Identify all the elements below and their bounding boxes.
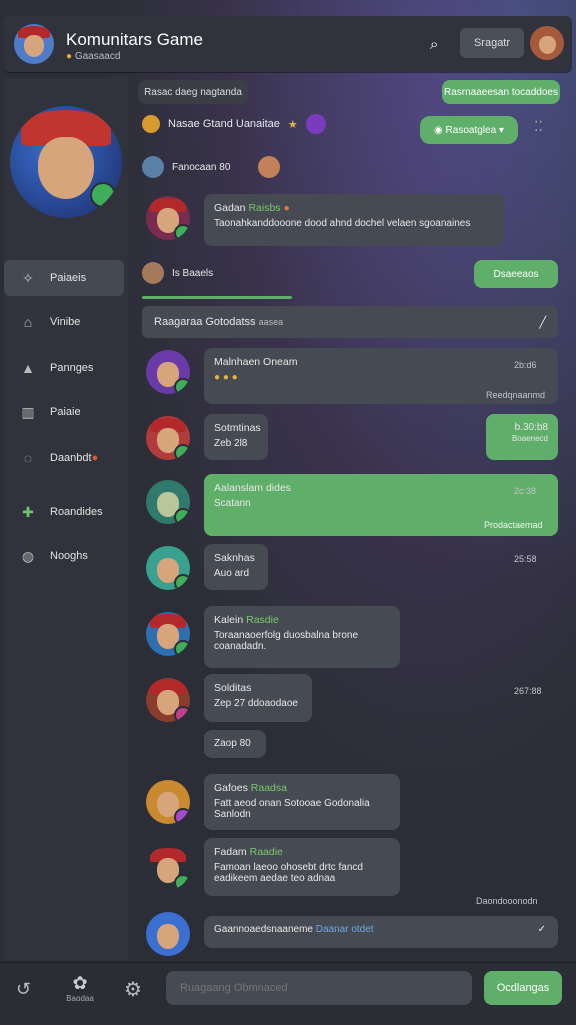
progress-bar	[142, 296, 292, 299]
message-input[interactable]	[166, 971, 472, 1005]
page-title: Komunitars Game	[66, 30, 203, 49]
edit-icon[interactable]: ╱	[539, 316, 546, 329]
circle-icon: ◉	[434, 124, 446, 136]
sidebar-item-1[interactable]: ⌂ Vinibe	[4, 304, 124, 340]
message-bubble: Kalein Rasdie Toraanaoerfolg duosbalna b…	[204, 606, 400, 668]
sidebar-item-3[interactable]: ▥ Paiaie	[4, 394, 124, 430]
profile-avatar[interactable]	[10, 106, 122, 218]
page-subtitle: ● Gaasaacd	[66, 51, 121, 62]
sidebar-item-0[interactable]: ✧ Paiaeis	[4, 260, 124, 296]
message-avatar[interactable]	[146, 678, 190, 722]
game-avatar[interactable]	[14, 24, 54, 64]
chat-icon: ◌	[23, 450, 33, 466]
more-icon[interactable]: ⁚⁚	[534, 118, 543, 135]
bottom-bar: ↺ ✿ Baodaa ⚙ Ocdlangas	[0, 962, 576, 1025]
status-toggle[interactable]: ◉ Rasoatglea ▾	[420, 116, 518, 144]
message-footer: Reedqnaanmd	[486, 390, 546, 400]
section-banner[interactable]: Raagaraa Gotodatss aasea ╱	[142, 306, 558, 338]
message-bubble: Saknhas Auo ard	[204, 544, 268, 590]
message-avatar[interactable]	[146, 912, 190, 956]
home-icon: ⌂	[23, 314, 33, 330]
coin-icon: ●	[66, 51, 73, 62]
message-avatar[interactable]	[146, 546, 190, 590]
message-bubble: Sotmtinas Zeb 2l8	[204, 414, 268, 460]
message-time: 267:88	[514, 686, 542, 696]
top-action-button[interactable]: Rasrnaaeesan tocaddoes	[442, 80, 560, 104]
message-bubble: Zaop 80	[204, 730, 266, 758]
history-icon[interactable]: ↺	[16, 979, 31, 1000]
message-avatar[interactable]	[146, 612, 190, 656]
message-time: 2c:38	[514, 486, 537, 496]
user-line-avatar	[142, 262, 164, 284]
message-avatar[interactable]	[146, 196, 190, 240]
pinned-line: Fanocaan 80	[142, 156, 281, 178]
gamepad-icon: ✚	[22, 503, 34, 520]
pin-avatar-2	[258, 156, 281, 178]
sidebar-item-4[interactable]: ◌ Daanbdt ●	[4, 440, 124, 476]
apps-tab[interactable]: ✿ Baodaa	[62, 973, 98, 1003]
message-footer: Prodactaemad	[484, 520, 543, 530]
sidebar-item-6[interactable]: ◍ Nooghs	[4, 538, 124, 574]
send-button[interactable]: Ocdlangas	[484, 971, 562, 1005]
reply-button[interactable]: Dsaeeaos	[474, 260, 558, 288]
message-bubble: Gaannoaedsnaaneme Daanar otdet ✓	[204, 916, 558, 948]
user-avatar[interactable]	[530, 26, 564, 60]
pin-avatar	[142, 156, 164, 178]
star-icon: ★	[287, 118, 298, 131]
message-avatar[interactable]	[146, 480, 190, 524]
flame-icon: ●	[283, 202, 290, 214]
book-icon: ▥	[21, 403, 35, 420]
top-bar: Komunitars Game ● Gaasaacd ⌕ Sragatr	[4, 16, 572, 72]
message-bubble: Gafoes Raadsa Fatt aeod onan Sotooae God…	[204, 774, 400, 830]
flower-icon: ✿	[72, 973, 88, 993]
event-avatar	[305, 114, 326, 134]
search-button[interactable]: Sragatr	[460, 28, 524, 58]
message-bubble: Fadam Raadie Famoan laeoo ohosebt drtc f…	[204, 838, 400, 896]
status-box: b.30:b8 Boaenecd	[486, 414, 558, 460]
message-bubble: Gadan Raisbs ● Taonahkanddooone dood ahn…	[204, 194, 504, 246]
trophy-icon	[142, 115, 160, 133]
sidebar-item-2[interactable]: ▲ Pannges	[4, 350, 124, 386]
online-badge-icon	[90, 182, 116, 208]
emoji-icon: ● ● ●	[214, 372, 238, 383]
bell-icon: ▲	[21, 360, 35, 376]
message-avatar[interactable]	[146, 780, 190, 824]
gear-icon[interactable]: ⚙	[124, 977, 142, 1002]
message-time: 25:58	[514, 554, 537, 564]
message-avatar[interactable]	[146, 416, 190, 460]
user-line: Is Baaels	[142, 262, 213, 284]
sidebar-item-5[interactable]: ✚ Roandides	[4, 494, 124, 530]
unread-dot-icon: ●	[91, 452, 99, 464]
search-icon[interactable]: ⌕	[430, 36, 446, 53]
message-bubble: Solditas Zep 27 ddoaodaoe	[204, 674, 312, 722]
message-avatar[interactable]	[146, 846, 190, 890]
discord-icon: ◍	[21, 547, 35, 564]
sparkle-icon: ✧	[22, 269, 34, 286]
sidebar: ✧ Paiaeis ⌂ Vinibe ▲ Pannges ▥ Paiaie ◌ Daanb…	[4, 78, 128, 960]
message-avatar[interactable]	[146, 350, 190, 394]
check-icon: ✓	[537, 924, 546, 935]
message-footer: Daondooonodn	[476, 896, 538, 906]
event-line: Nasae Gtand Uanaitae ★	[142, 114, 326, 134]
message-time: 2b:d6	[514, 360, 537, 370]
date-label: Rasac daeg nagtanda	[138, 80, 248, 104]
